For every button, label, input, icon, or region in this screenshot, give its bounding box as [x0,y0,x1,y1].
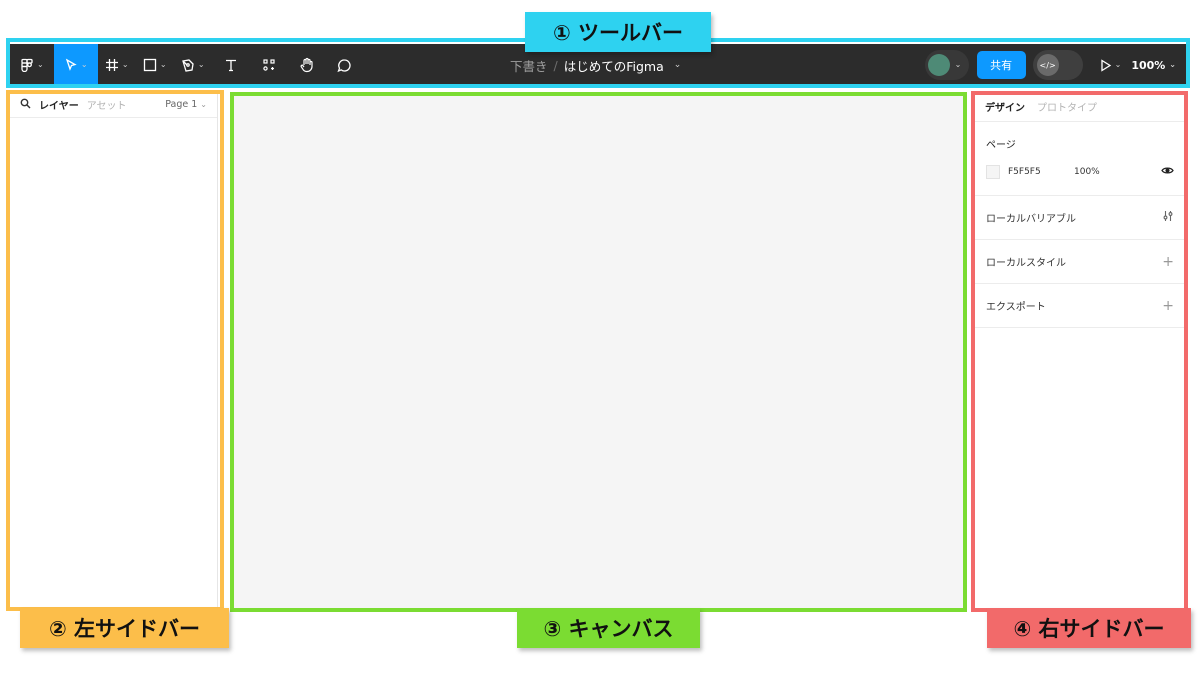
right-sidebar-tabs: デザイン プロトタイプ [975,92,1185,122]
file-name[interactable]: はじめてのFigma [564,56,664,75]
comment-icon [337,58,352,73]
page-fill-row: F5F5F5 100% [986,165,1174,179]
avatar [927,54,950,76]
plus-icon[interactable]: + [1162,254,1174,270]
move-cursor-icon [64,58,78,72]
zoom-menu[interactable]: 100% ⌄ [1123,59,1186,72]
frame-tool-button[interactable]: ⌄ [98,44,136,86]
move-tool-button[interactable]: ⌄ [53,44,98,86]
dev-mode-icon: </> [1036,54,1059,76]
multiplayer-avatar-button[interactable]: ⌄ [924,50,969,80]
figma-interface-annotated: ⌄ ⌄ ⌄ ⌄ ⌄ 下書き / はじめてのFigma ⌄ ⌄ 共有 </> ⌄ … [0,0,1200,675]
hand-tool-button[interactable] [288,44,326,86]
chevron-down-icon: ⌄ [1114,60,1122,69]
tab-assets[interactable]: アセット [87,97,127,112]
left-sidebar-header: レイヤー アセット Page 1 ⌄ [10,92,217,118]
left-sidebar-annotation-label: ② 左サイドバー [20,608,229,648]
rectangle-icon [143,58,157,72]
tab-prototype[interactable]: プロトタイプ [1037,99,1097,114]
text-tool-button[interactable] [212,44,250,86]
page-color-hex[interactable]: F5F5F5 [1008,167,1074,177]
export-label: エクスポート [986,302,1046,313]
dev-mode-toggle[interactable]: </> [1032,50,1083,80]
tab-layers[interactable]: レイヤー [39,97,79,112]
play-icon [1099,58,1112,72]
eye-icon[interactable] [1161,166,1174,178]
comment-tool-button[interactable] [326,44,364,86]
chevron-down-icon: ⌄ [1169,60,1176,69]
canvas-annotation-label: ③ キャンバス [517,608,700,648]
right-sidebar-annotation-label: ④ 右サイドバー [987,608,1191,648]
chevron-down-icon: ⌄ [80,60,88,69]
chevron-down-icon[interactable]: ⌄ [674,60,682,70]
page-section-title: ページ [986,140,1016,151]
local-variables-row[interactable]: ローカルバリアブル [975,196,1185,240]
page-selector[interactable]: Page 1 ⌄ [165,99,207,110]
hand-icon [299,57,315,73]
page-color-swatch[interactable] [986,165,1000,179]
text-icon [224,58,238,72]
frame-hash-icon [105,58,119,72]
toolbar-right: ⌄ 共有 </> ⌄ 100% ⌄ [924,44,1186,86]
page-selector-label: Page 1 [165,99,198,110]
chevron-down-icon: ⌄ [197,60,205,69]
page-section: ページ F5F5F5 100% [975,122,1185,196]
share-button[interactable]: 共有 [976,51,1026,79]
variables-adjust-icon[interactable] [1162,210,1174,226]
plus-icon[interactable]: + [1162,298,1174,314]
right-sidebar: デザイン プロトタイプ ページ F5F5F5 100% ローカルバリアブル ロー… [974,92,1185,610]
shape-tool-button[interactable]: ⌄ [136,44,174,86]
chevron-down-icon: ⌄ [954,60,962,69]
main-menu-button[interactable]: ⌄ [14,44,50,86]
local-variables-label: ローカルバリアブル [986,214,1076,225]
zoom-level: 100% [1131,58,1166,72]
chevron-down-icon: ⌄ [200,99,207,109]
present-button[interactable]: ⌄ [1097,44,1124,86]
search-icon[interactable] [20,98,31,112]
local-styles-label: ローカルスタイル [986,258,1066,269]
drafts-link[interactable]: 下書き [510,56,548,75]
page-opacity[interactable]: 100% [1074,167,1100,177]
figma-menu-icon [20,58,34,72]
left-sidebar: レイヤー アセット Page 1 ⌄ [10,92,218,610]
export-row[interactable]: エクスポート + [975,284,1185,328]
breadcrumb-separator: / [553,57,558,73]
chevron-down-icon: ⌄ [37,60,44,69]
pen-tool-button[interactable]: ⌄ [174,44,212,86]
resources-icon [262,58,276,72]
chevron-down-icon: ⌄ [159,60,167,69]
pen-icon [181,58,195,72]
local-styles-row[interactable]: ローカルスタイル + [975,240,1185,284]
chevron-down-icon: ⌄ [121,60,129,69]
tab-design[interactable]: デザイン [985,99,1025,114]
resources-tool-button[interactable] [250,44,288,86]
toolbar-annotation-label: ① ツールバー [525,12,711,52]
canvas[interactable] [232,92,965,610]
